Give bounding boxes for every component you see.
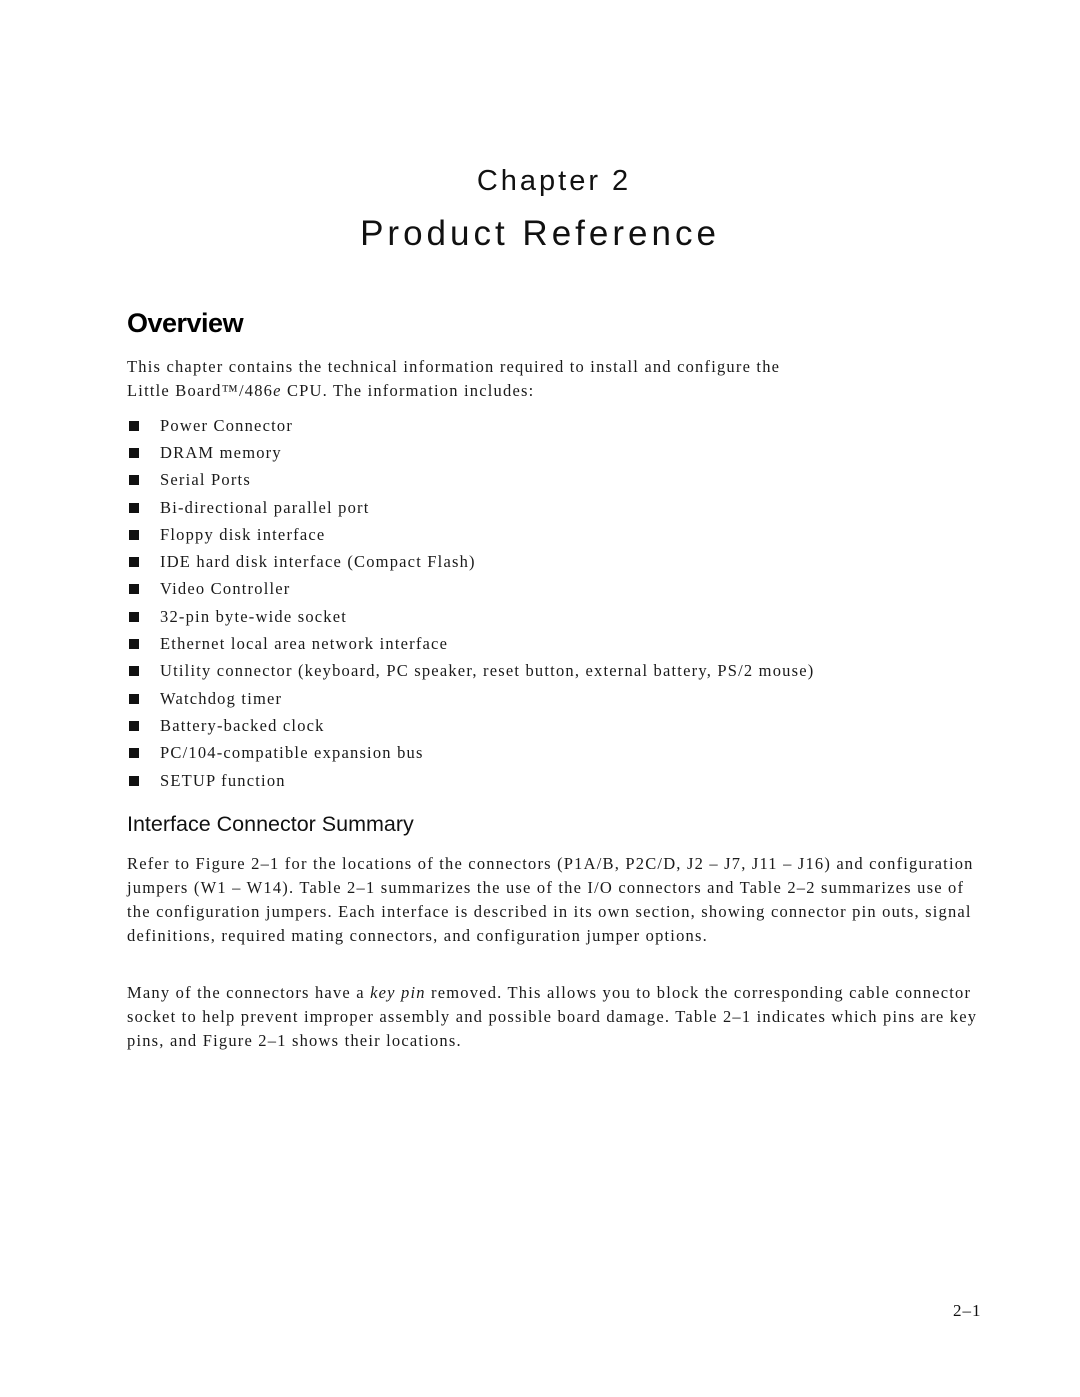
square-bullet-icon: [129, 420, 139, 431]
list-item-text: Watchdog timer: [160, 688, 283, 708]
overview-heading: Overview: [127, 308, 244, 338]
list-item-text: DRAM memory: [160, 442, 282, 462]
list-item-text: PC/104-compatible expansion bus: [160, 743, 424, 763]
square-bullet-icon: [129, 775, 139, 786]
square-bullet-icon: [129, 475, 139, 486]
list-item-text: Utility connector (keyboard, PC speaker,…: [160, 661, 815, 681]
chapter-title: Product Reference: [360, 214, 720, 253]
page-number: 2–1: [953, 1301, 982, 1320]
list-item: Serial Ports: [127, 467, 814, 494]
list-item-text: IDE hard disk interface (Compact Flash): [160, 552, 476, 572]
list-item: PC/104-compatible expansion bus: [127, 740, 814, 767]
list-item: Bi-directional parallel port: [127, 494, 814, 521]
list-item: SETUP function: [127, 767, 814, 794]
square-bullet-icon: [129, 748, 139, 759]
list-item: Battery-backed clock: [127, 712, 814, 739]
list-item-text: 32-pin byte-wide socket: [160, 606, 348, 626]
square-bullet-icon: [129, 502, 139, 513]
list-item: Utility connector (keyboard, PC speaker,…: [127, 658, 814, 685]
list-item: IDE hard disk interface (Compact Flash): [127, 548, 814, 575]
list-item-text: Video Controller: [160, 579, 291, 599]
list-item: Power Connector: [127, 412, 814, 439]
overview-intro: This chapter contains the technical info…: [127, 355, 927, 403]
square-bullet-icon: [129, 529, 139, 540]
feature-list: Power Connector DRAM memory Serial Ports Bi…: [127, 412, 814, 794]
square-bullet-icon: [129, 666, 139, 677]
intro-line-1: This chapter contains the technical info…: [127, 357, 781, 376]
list-item-text: SETUP function: [160, 770, 286, 790]
interface-summary-paragraph-2: Many of the connectors have a key pin re…: [127, 981, 987, 1053]
list-item-text: Bi-directional parallel port: [160, 497, 370, 517]
list-item-text: Power Connector: [160, 415, 294, 435]
list-item-text: Serial Ports: [160, 470, 251, 490]
interface-summary-paragraph-1: Refer to Figure 2–1 for the locations of…: [127, 854, 974, 945]
square-bullet-icon: [129, 720, 139, 731]
list-item-text: Battery-backed clock: [160, 715, 325, 735]
list-item: DRAM memory: [127, 439, 814, 466]
intro-line-2-end: CPU. The information includes:: [281, 381, 535, 400]
square-bullet-icon: [129, 557, 139, 568]
chapter-label: Chapter 2: [476, 165, 632, 197]
intro-line-2-start: Little Board™/486: [127, 381, 274, 400]
list-item: Video Controller: [127, 576, 814, 603]
para2-key-pin: key pin: [370, 983, 426, 1002]
square-bullet-icon: [129, 611, 139, 622]
list-item-text: Ethernet local area network interface: [160, 634, 449, 654]
square-bullet-icon: [129, 584, 139, 595]
para2-start: Many of the connectors have a: [127, 983, 371, 1002]
list-item: Ethernet local area network interface: [127, 630, 814, 657]
intro-line-2-italic: e: [273, 381, 282, 400]
list-item: 32-pin byte-wide socket: [127, 603, 814, 630]
list-item: Watchdog timer: [127, 685, 814, 712]
interface-summary-heading: Interface Connector Summary: [127, 812, 414, 836]
list-item-text: Floppy disk interface: [160, 524, 326, 544]
intro-line-2: Little Board™/486e CPU. The information …: [127, 379, 927, 403]
square-bullet-icon: [129, 639, 139, 650]
square-bullet-icon: [129, 693, 139, 704]
list-item: Floppy disk interface: [127, 521, 814, 548]
square-bullet-icon: [129, 447, 139, 458]
